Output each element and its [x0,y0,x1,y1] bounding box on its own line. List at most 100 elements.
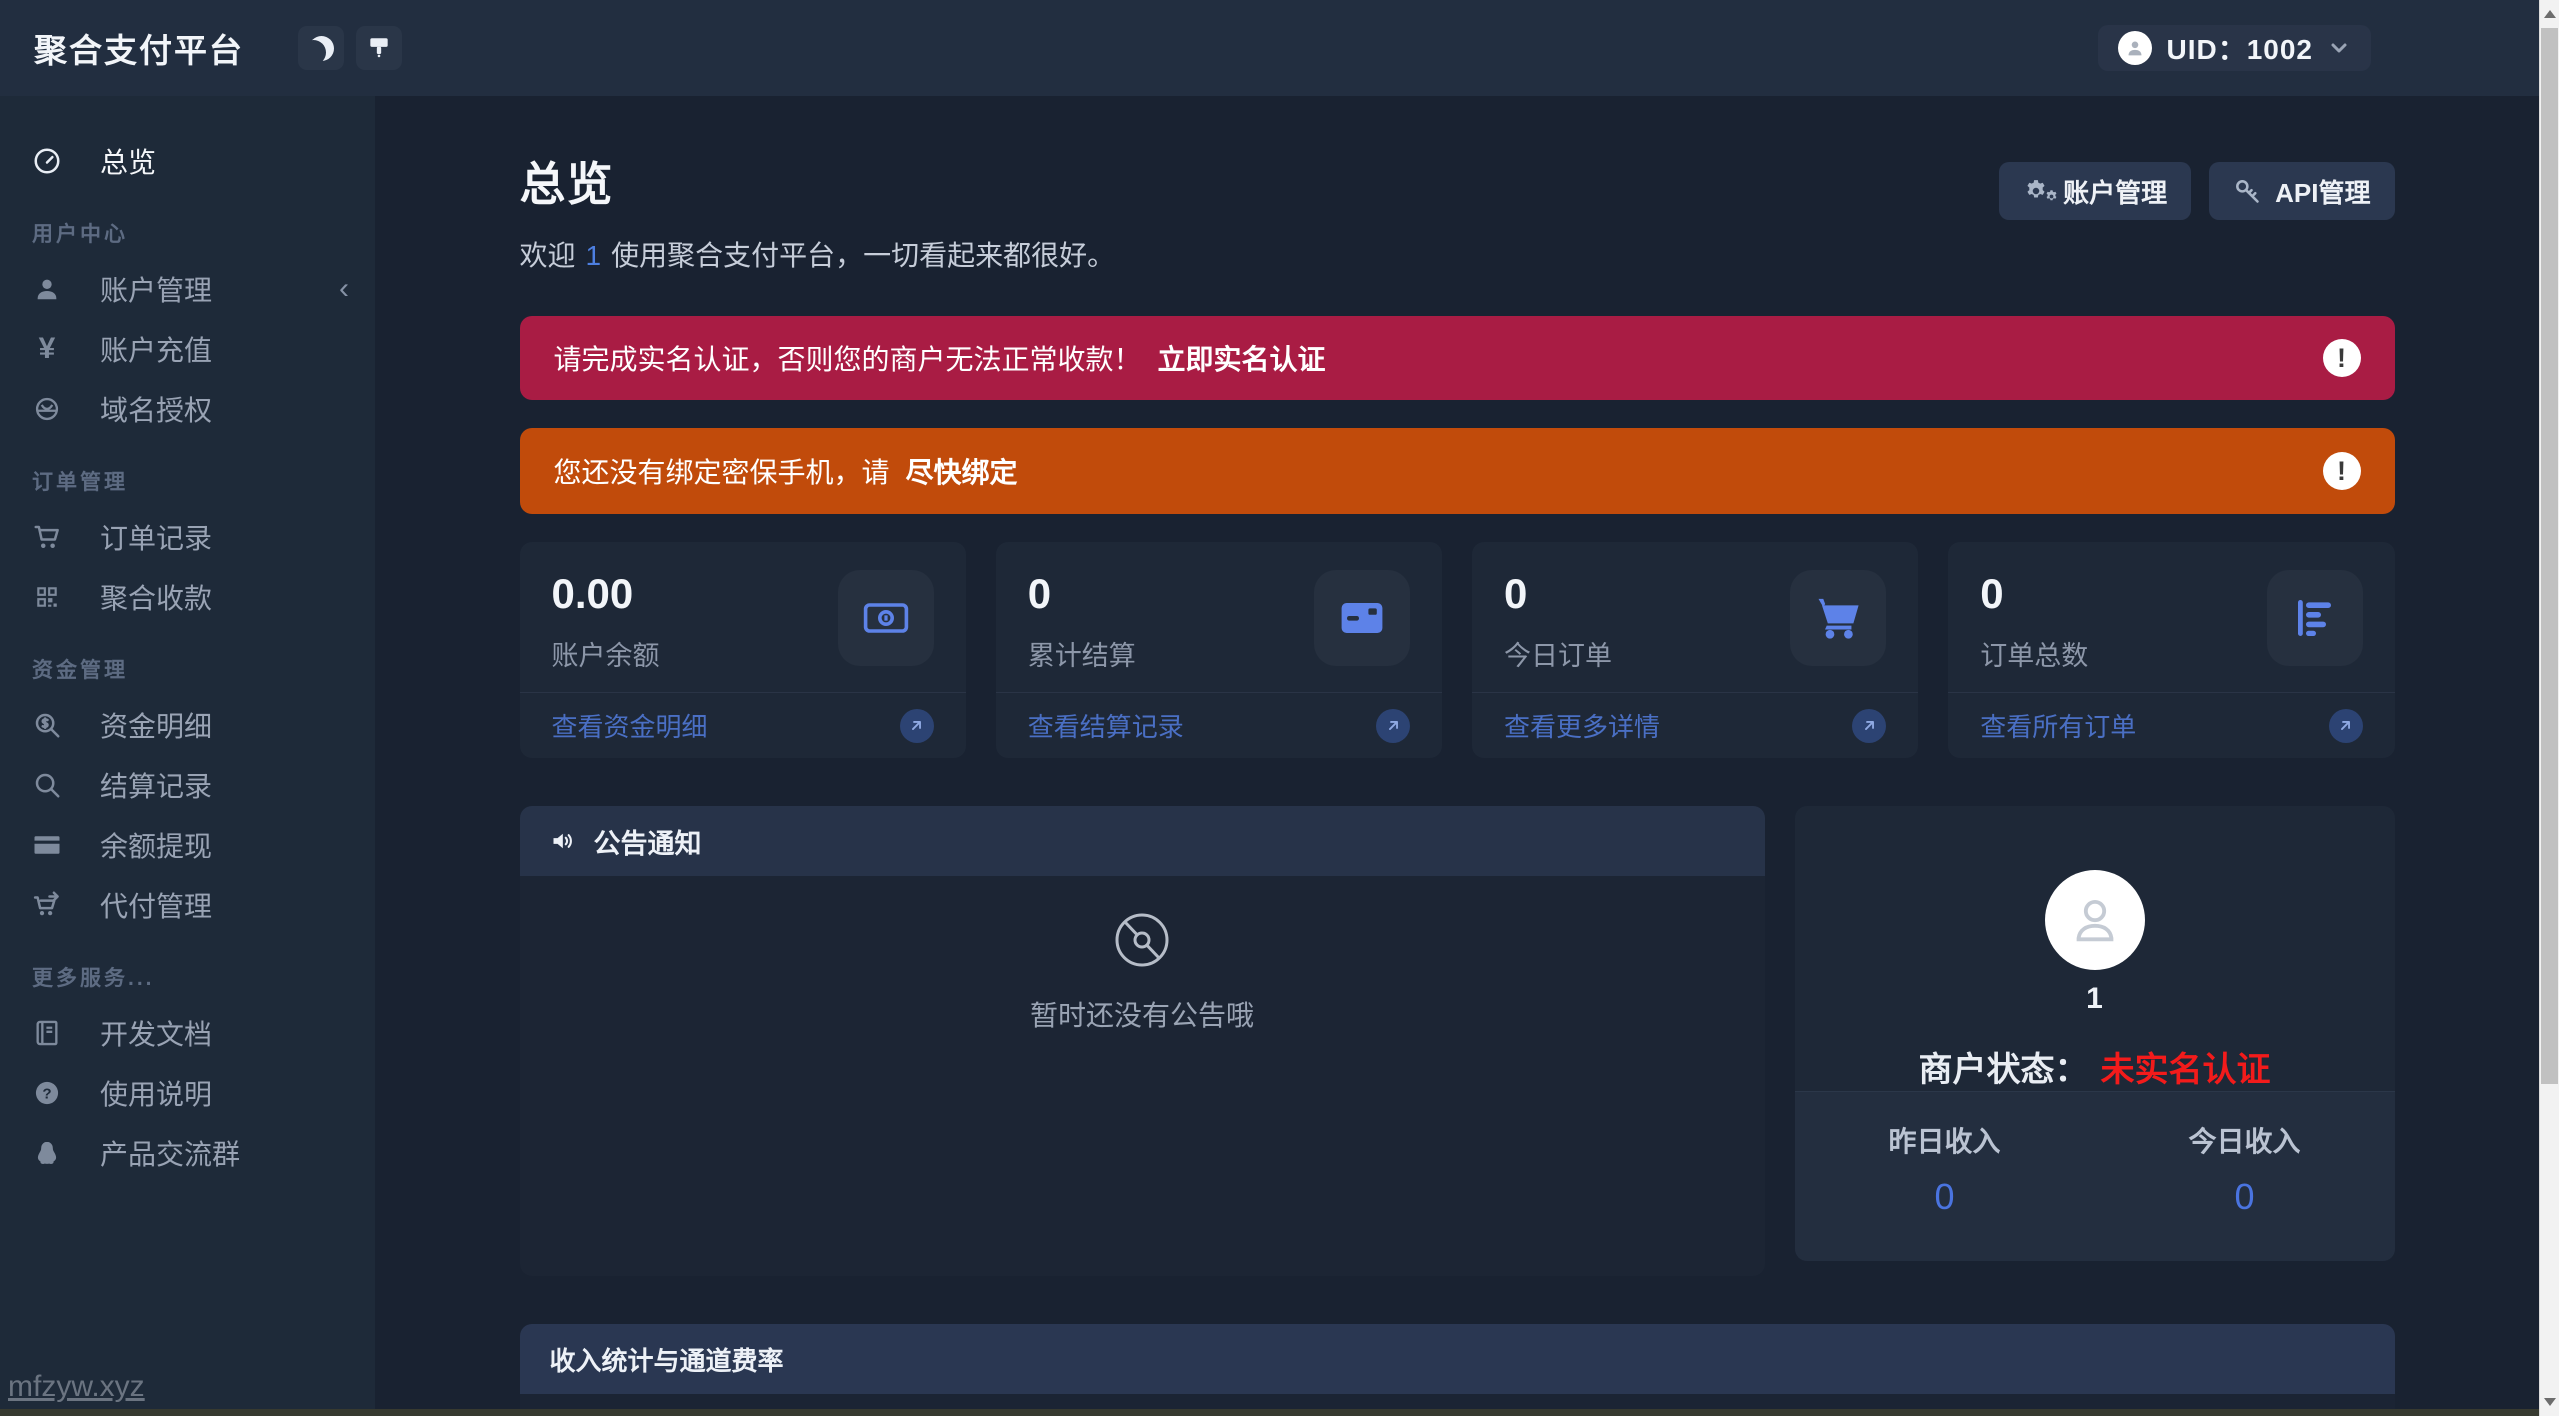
exclamation-icon: ! [2322,339,2361,377]
alert-text: 您还没有绑定密保手机，请 [553,457,890,488]
globe-icon [32,395,62,423]
search-dollar-icon [32,710,62,740]
app-title: 聚合支付平台 [34,32,244,69]
notice-panel: 公告通知 暂时还没有公告哦 [519,806,1765,1276]
merchant-status-label: 商户状态： [1918,1051,2089,1089]
question-circle-icon: ? [32,1079,62,1107]
svg-text:?: ? [42,1085,51,1102]
sidebar-item-label: 开发文档 [100,1019,213,1050]
cart-icon [1790,570,1887,666]
today-orders-value: 0 [1504,570,1528,617]
user-menu[interactable]: UID：1002 [2098,25,2371,71]
triangle-up-icon [2543,10,2556,18]
merchant-status-value: 未实名认证 [2100,1051,2271,1089]
qq-penguin-icon [32,1139,62,1167]
arrow-circle-icon[interactable] [1376,708,1410,743]
sidebar-section-user-center: 用户中心 [32,223,128,246]
chevron-down-icon [2327,36,2351,60]
exclamation-icon: ! [2322,452,2361,490]
scroll-up-button[interactable] [2540,0,2559,28]
bind-phone-alert-action[interactable]: 尽快绑定 [906,451,1018,491]
topbar: 聚合支付平台 UID：1002 [0,0,2539,96]
sidebar-section-fund-manage: 资金管理 [32,659,128,682]
uid-label: UID：1002 [2166,34,2313,65]
yesterday-income-label: 昨日收入 [1888,1126,2001,1157]
watermark: mfzyw.xyz [8,1370,145,1403]
sidebar-item-settlement-records[interactable]: 结算记录 [0,756,375,814]
sidebar-item-fund-details[interactable]: 资金明细 [0,696,375,754]
sidebar-item-label: 代付管理 [100,891,213,922]
sidebar-item-label: 聚合收款 [100,583,213,614]
sidebar-section-more-services: 更多服务... [32,967,155,990]
user-icon [32,275,62,303]
account-manage-button[interactable]: 账户管理 [1999,162,2192,220]
total-orders-link[interactable]: 查看所有订单 [1980,707,2136,744]
account-manage-label: 账户管理 [2063,177,2168,208]
realname-alert: 请完成实名认证，否则您的商户无法正常收款！ 立即实名认证 ! [519,316,2395,400]
settlement-label: 累计结算 [1027,641,1136,671]
brush-icon [366,35,392,61]
sidebar-item-order-records[interactable]: 订单记录 [0,508,375,566]
qrcode-icon [32,584,62,610]
arrow-circle-icon[interactable] [899,708,934,743]
settlement-link[interactable]: 查看结算记录 [1028,707,1184,744]
sidebar-item-label: 订单记录 [100,523,213,554]
sidebar-item-label: 使用说明 [100,1079,213,1110]
welcome-text: 欢迎 1 使用聚合支付平台，一切看起来都很好。 [520,234,1116,274]
scrollbar-thumb[interactable] [2541,28,2558,1084]
balance-card: 0.00 账户余额 查看资金明细 [519,542,966,758]
sidebar-item-product-group[interactable]: 产品交流群 [0,1124,375,1182]
sidebar-item-label: 资金明细 [100,711,213,742]
balance-link[interactable]: 查看资金明细 [552,707,708,744]
welcome-prefix: 欢迎 [519,240,576,271]
speaker-icon [550,827,578,855]
welcome-suffix: 使用聚合支付平台，一切看起来都很好。 [611,240,1116,271]
sidebar-item-aggregate-collect[interactable]: 聚合收款 [0,568,375,626]
today-orders-card: 0 今日订单 查看更多详情 [1472,542,1919,758]
sidebar-item-balance-withdraw[interactable]: 余额提现 [0,816,375,874]
notice-panel-header: 公告通知 [519,806,1765,876]
page-scrollbar[interactable] [2539,0,2559,1416]
sidebar-item-label: 域名授权 [100,395,213,426]
sidebar-item-dev-docs[interactable]: 开发文档 [0,1004,375,1062]
arrow-circle-icon[interactable] [1852,708,1887,743]
bar-chart-icon [2266,570,2363,666]
yesterday-income-value: 0 [1934,1176,1955,1217]
merchant-income-row: 昨日收入 0 今日收入 0 [1794,1091,2395,1261]
balance-value: 0.00 [551,570,634,617]
merchant-status: 商户状态： 未实名认证 [1919,1042,2271,1091]
search-icon [32,770,62,800]
realname-alert-action[interactable]: 立即实名认证 [1158,338,1326,378]
main-area: 总览 欢迎 1 使用聚合支付平台，一切看起来都很好。 账户管理 API管理 请完… [375,96,2539,1416]
total-orders-value: 0 [1980,570,2004,617]
arrow-circle-icon[interactable] [2328,708,2363,743]
income-stats-title: 收入统计与通道费率 [549,1345,784,1376]
yen-icon: ¥ [38,332,56,365]
balance-label: 账户余额 [551,641,660,671]
appearance-button[interactable] [356,26,402,70]
avatar-icon [2118,31,2153,65]
sidebar-item-payout-manage[interactable]: 代付管理 [0,876,375,934]
sidebar-item-account-recharge[interactable]: ¥ 账户充值 [0,320,375,378]
total-orders-card: 0 订单总数 查看所有订单 [1948,542,2395,758]
sidebar-item-label: 结算记录 [100,771,213,802]
alert-text: 请完成实名认证，否则您的商户无法正常收款！ [553,344,1142,375]
income-stats-panel: 收入统计与通道费率 [519,1324,2395,1416]
sidebar-item-account-manage[interactable]: 账户管理 ‹ [0,260,375,318]
theme-toggle-button[interactable] [298,26,344,70]
sidebar-item-usage-guide[interactable]: ? 使用说明 [0,1064,375,1122]
today-income-label: 今日收入 [2188,1126,2301,1157]
income-stats-header: 收入统计与通道费率 [519,1324,2395,1394]
sidebar-item-label: 余额提现 [100,831,213,862]
sidebar-item-overview[interactable]: 总览 [0,132,375,190]
merchant-avatar [2044,870,2145,970]
sidebar-section-order-manage: 订单管理 [32,471,128,494]
api-manage-button[interactable]: API管理 [2209,162,2395,220]
today-orders-link[interactable]: 查看更多详情 [1504,707,1660,744]
welcome-username: 1 [585,240,602,271]
notice-empty-text: 暂时还没有公告哦 [1029,1000,1254,1031]
notice-empty-state: 暂时还没有公告哦 [520,876,1765,1276]
scroll-down-button[interactable] [2540,1388,2559,1416]
sidebar-item-domain-auth[interactable]: 域名授权 [0,380,375,438]
credit-card-icon [32,830,62,860]
